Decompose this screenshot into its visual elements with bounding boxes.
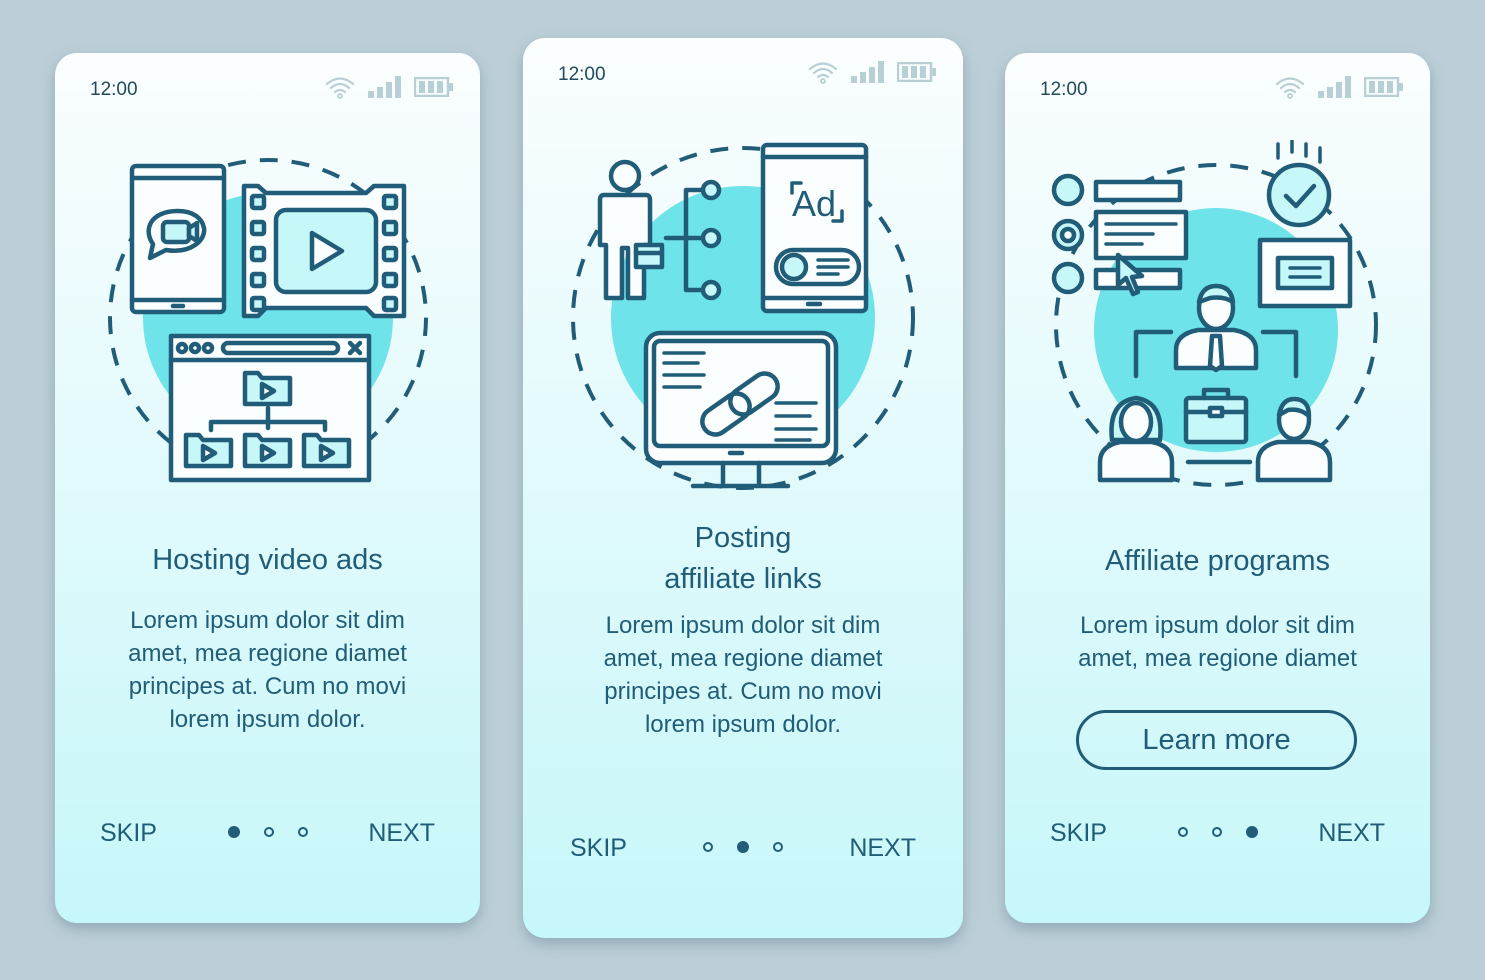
onboarding-screen-3: 12:00 Affiliate programs Lorem ipsum dol… bbox=[1005, 53, 1430, 923]
onboarding-footer: SKIP NEXT bbox=[523, 828, 963, 868]
page-dot-active[interactable] bbox=[737, 841, 749, 853]
skip-button[interactable]: SKIP bbox=[100, 819, 157, 848]
screen-description: Lorem ipsum dolor sit dim amet, mea regi… bbox=[55, 604, 480, 736]
description-line: amet, mea regione diamet bbox=[603, 645, 883, 672]
wifi-icon bbox=[1275, 77, 1305, 99]
screen-description: Lorem ipsum dolor sit dim amet, mea regi… bbox=[1005, 609, 1430, 675]
film-play-icon bbox=[241, 183, 406, 319]
page-dot[interactable] bbox=[1211, 827, 1222, 837]
monitor-link-icon bbox=[643, 330, 839, 489]
description-line: lorem ipsum dolor. bbox=[169, 706, 366, 733]
page-indicator bbox=[1177, 826, 1258, 838]
battery-icon bbox=[414, 77, 453, 97]
onboarding-screen-2: 12:00 Ad Posting affiliate links Lorem i… bbox=[523, 38, 963, 938]
screen-title: Posting affiliate links bbox=[523, 518, 963, 600]
ad-phone-icon bbox=[760, 142, 869, 314]
ad-label: Ad bbox=[792, 183, 836, 224]
status-time: 12:00 bbox=[1040, 79, 1088, 100]
next-button[interactable]: NEXT bbox=[368, 819, 435, 848]
page-dot[interactable] bbox=[297, 827, 308, 837]
card-icon bbox=[1257, 237, 1352, 309]
screen-title: Hosting video ads bbox=[152, 544, 383, 576]
signal-icon bbox=[368, 76, 401, 98]
description-line: principes at. Cum no movi bbox=[604, 678, 882, 705]
onboarding-footer: SKIP NEXT bbox=[1005, 813, 1430, 853]
screen-description: Lorem ipsum dolor sit dim amet, mea regi… bbox=[523, 609, 963, 741]
status-bar: 12:00 bbox=[55, 53, 480, 123]
page-dot-active[interactable] bbox=[1245, 826, 1258, 838]
title-line: Posting bbox=[694, 522, 792, 554]
tablet-video-chat-icon bbox=[129, 163, 226, 315]
learn-more-button[interactable]: Learn more bbox=[1076, 710, 1357, 770]
title-line: affiliate links bbox=[664, 563, 822, 595]
wifi-icon bbox=[808, 62, 838, 84]
battery-icon bbox=[897, 62, 936, 82]
signal-icon bbox=[1318, 76, 1351, 98]
onboarding-footer: SKIP NEXT bbox=[55, 813, 480, 853]
screen-title: Affiliate programs bbox=[1104, 545, 1331, 577]
signal-icon bbox=[851, 61, 884, 83]
description-line: amet, mea regione diamet bbox=[128, 640, 407, 667]
affiliate-programs-illustration bbox=[1005, 140, 1430, 490]
onboarding-screen-1: 12:00 Hosting video ads Lorem ipsum dolo… bbox=[55, 53, 480, 923]
page-dot[interactable] bbox=[263, 827, 274, 837]
status-bar: 12:00 bbox=[1005, 53, 1430, 123]
skip-button[interactable]: SKIP bbox=[570, 834, 627, 863]
description-line: Lorem ipsum dolor sit dim bbox=[1080, 612, 1355, 639]
status-bar: 12:00 bbox=[523, 38, 963, 108]
affiliate-programs-graphic bbox=[1051, 140, 1378, 487]
video-ads-graphic bbox=[107, 158, 428, 483]
description-line: amet, mea regione diamet bbox=[1078, 645, 1357, 672]
wifi-icon bbox=[325, 77, 355, 99]
page-dot-active[interactable] bbox=[227, 826, 240, 838]
description-line: lorem ipsum dolor. bbox=[644, 711, 842, 738]
posting-affiliate-links-illustration: Ad bbox=[523, 133, 963, 503]
page-dot[interactable] bbox=[1177, 827, 1188, 837]
description-line: principes at. Cum no movi bbox=[128, 673, 407, 700]
description-line: Lorem ipsum dolor sit dim bbox=[605, 612, 881, 639]
status-time: 12:00 bbox=[558, 64, 606, 85]
status-time: 12:00 bbox=[90, 79, 138, 100]
affiliate-links-graphic: Ad bbox=[571, 142, 915, 490]
page-dot[interactable] bbox=[703, 842, 713, 852]
next-button[interactable]: NEXT bbox=[1318, 819, 1385, 848]
survey-form-icon bbox=[1051, 173, 1188, 297]
page-indicator bbox=[703, 841, 783, 853]
hosting-video-ads-illustration bbox=[55, 148, 480, 488]
battery-icon bbox=[1364, 77, 1403, 97]
check-badge-icon bbox=[1266, 140, 1331, 228]
description-line: Lorem ipsum dolor sit dim bbox=[130, 607, 405, 634]
page-indicator bbox=[227, 826, 308, 838]
skip-button[interactable]: SKIP bbox=[1050, 819, 1107, 848]
browser-folders-icon bbox=[168, 333, 371, 483]
next-button[interactable]: NEXT bbox=[849, 834, 916, 863]
page-dot[interactable] bbox=[773, 842, 783, 852]
briefcase-icon bbox=[1183, 387, 1248, 445]
